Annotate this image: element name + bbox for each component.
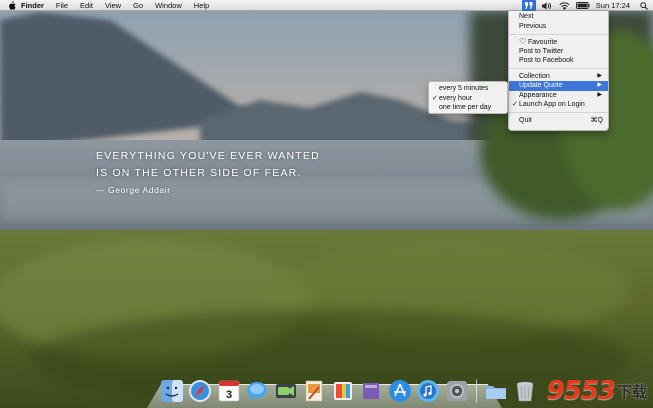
menu-item-post-facebook[interactable]: Post to Facebook bbox=[509, 56, 608, 66]
menu-edit[interactable]: Edit bbox=[74, 0, 99, 11]
menu-item-label: every 5 minutes bbox=[439, 85, 489, 92]
menu-file[interactable]: File bbox=[50, 0, 74, 11]
menu-item-label: Next bbox=[519, 13, 534, 20]
menu-item-quit[interactable]: Quit ⌘Q bbox=[509, 116, 608, 126]
photos-icon[interactable] bbox=[329, 377, 356, 404]
menu-item-label: one time per day bbox=[439, 104, 492, 111]
apple-icon[interactable] bbox=[7, 0, 17, 10]
spotlight-search-icon[interactable] bbox=[637, 0, 651, 11]
menu-view[interactable]: View bbox=[99, 0, 127, 11]
menu-go[interactable]: Go bbox=[127, 0, 149, 11]
menu-item-label: Launch App on Login bbox=[519, 101, 585, 108]
wifi-icon[interactable] bbox=[558, 0, 572, 11]
heart-icon: ♡ bbox=[519, 37, 527, 46]
menu-item-label: Update Quote bbox=[519, 82, 563, 89]
submenu-arrow-icon: ▶ bbox=[597, 91, 602, 98]
menu-window[interactable]: Window bbox=[149, 0, 188, 11]
keyboard-shortcut: ⌘Q bbox=[590, 116, 603, 124]
menu-item-label: Post to Twitter bbox=[519, 47, 564, 55]
menu-item-previous[interactable]: Previous bbox=[509, 22, 608, 32]
menu-item-label: Quit bbox=[519, 116, 532, 124]
menu-item-launch-on-login[interactable]: ✓ Launch App on Login bbox=[509, 100, 608, 110]
menu-item-favourite[interactable]: ♡ Favourite bbox=[509, 37, 608, 47]
menu-item-collection[interactable]: Collection ▶ bbox=[509, 72, 608, 82]
menu-item-label: Post to Facebook bbox=[519, 57, 574, 64]
quote-overlay: EVERYTHING YOU'VE EVER WANTED IS ON THE … bbox=[96, 148, 356, 195]
submenu-arrow-icon: ▶ bbox=[597, 82, 602, 88]
menu-item-label: Collection bbox=[519, 72, 550, 80]
trash-icon[interactable] bbox=[511, 377, 538, 404]
menu-item-post-twitter[interactable]: Post to Twitter bbox=[509, 47, 608, 57]
menu-item-next[interactable]: Next bbox=[509, 12, 608, 22]
facetime-icon[interactable] bbox=[272, 377, 299, 404]
dock-separator bbox=[475, 379, 477, 403]
menu-separator bbox=[509, 112, 608, 113]
calendar-icon[interactable]: 3 bbox=[215, 377, 242, 404]
menu-item-label: Previous bbox=[519, 22, 547, 30]
checkmark-icon: ✓ bbox=[432, 94, 438, 102]
ibooks-icon[interactable] bbox=[358, 377, 385, 404]
site-watermark: 9553 下载 bbox=[546, 376, 647, 406]
menu-help[interactable]: Help bbox=[188, 0, 215, 11]
menu-separator bbox=[509, 68, 608, 69]
quote-app-icon[interactable] bbox=[521, 0, 536, 11]
quote-app-menu: Next Previous ♡ Favourite Post to Twitter… bbox=[508, 11, 609, 131]
volume-icon[interactable] bbox=[540, 0, 554, 11]
menu-item-label: every hour bbox=[439, 94, 473, 102]
system-preferences-icon[interactable] bbox=[443, 377, 470, 404]
preview-icon[interactable] bbox=[301, 377, 328, 404]
submenu-item-one-time-per-day[interactable]: one time per day bbox=[429, 103, 507, 113]
messages-icon[interactable] bbox=[244, 377, 271, 404]
menu-bar: Finder File Edit View Go Window Help Sun… bbox=[0, 0, 653, 11]
quote-line: IS ON THE OTHER SIDE OF FEAR. bbox=[96, 167, 302, 179]
submenu-item-every-5-minutes[interactable]: every 5 minutes bbox=[429, 84, 507, 94]
calendar-day: 3 bbox=[225, 389, 231, 401]
watermark-text: 下载 bbox=[616, 382, 647, 401]
watermark-number: 9553 bbox=[546, 376, 616, 406]
app-store-icon[interactable] bbox=[386, 377, 413, 404]
quote-line: EVERYTHING YOU'VE EVER WANTED bbox=[96, 150, 320, 162]
battery-icon[interactable] bbox=[575, 0, 590, 11]
update-quote-submenu: every 5 minutes ✓ every hour one time per… bbox=[428, 81, 508, 114]
menu-separator bbox=[509, 33, 608, 35]
quote-author: — George Addair bbox=[96, 185, 171, 195]
submenu-arrow-icon: ▶ bbox=[597, 72, 602, 79]
menubar-clock[interactable]: Sun 17:24 bbox=[592, 0, 635, 11]
dock: 3 bbox=[158, 374, 540, 404]
menu-item-update-quote[interactable]: Update Quote ▶ bbox=[509, 81, 608, 91]
submenu-item-every-hour[interactable]: ✓ every hour bbox=[429, 94, 507, 104]
finder-icon[interactable] bbox=[158, 377, 185, 404]
downloads-folder-icon[interactable] bbox=[483, 377, 510, 404]
menu-item-label: Favourite bbox=[528, 39, 558, 46]
itunes-icon[interactable] bbox=[415, 377, 442, 404]
checkmark-icon: ✓ bbox=[512, 101, 518, 108]
safari-icon[interactable] bbox=[187, 377, 214, 404]
menu-item-label: Appearance bbox=[519, 91, 557, 99]
menu-item-appearance[interactable]: Appearance ▶ bbox=[509, 91, 608, 101]
menu-finder[interactable]: Finder bbox=[17, 0, 50, 11]
